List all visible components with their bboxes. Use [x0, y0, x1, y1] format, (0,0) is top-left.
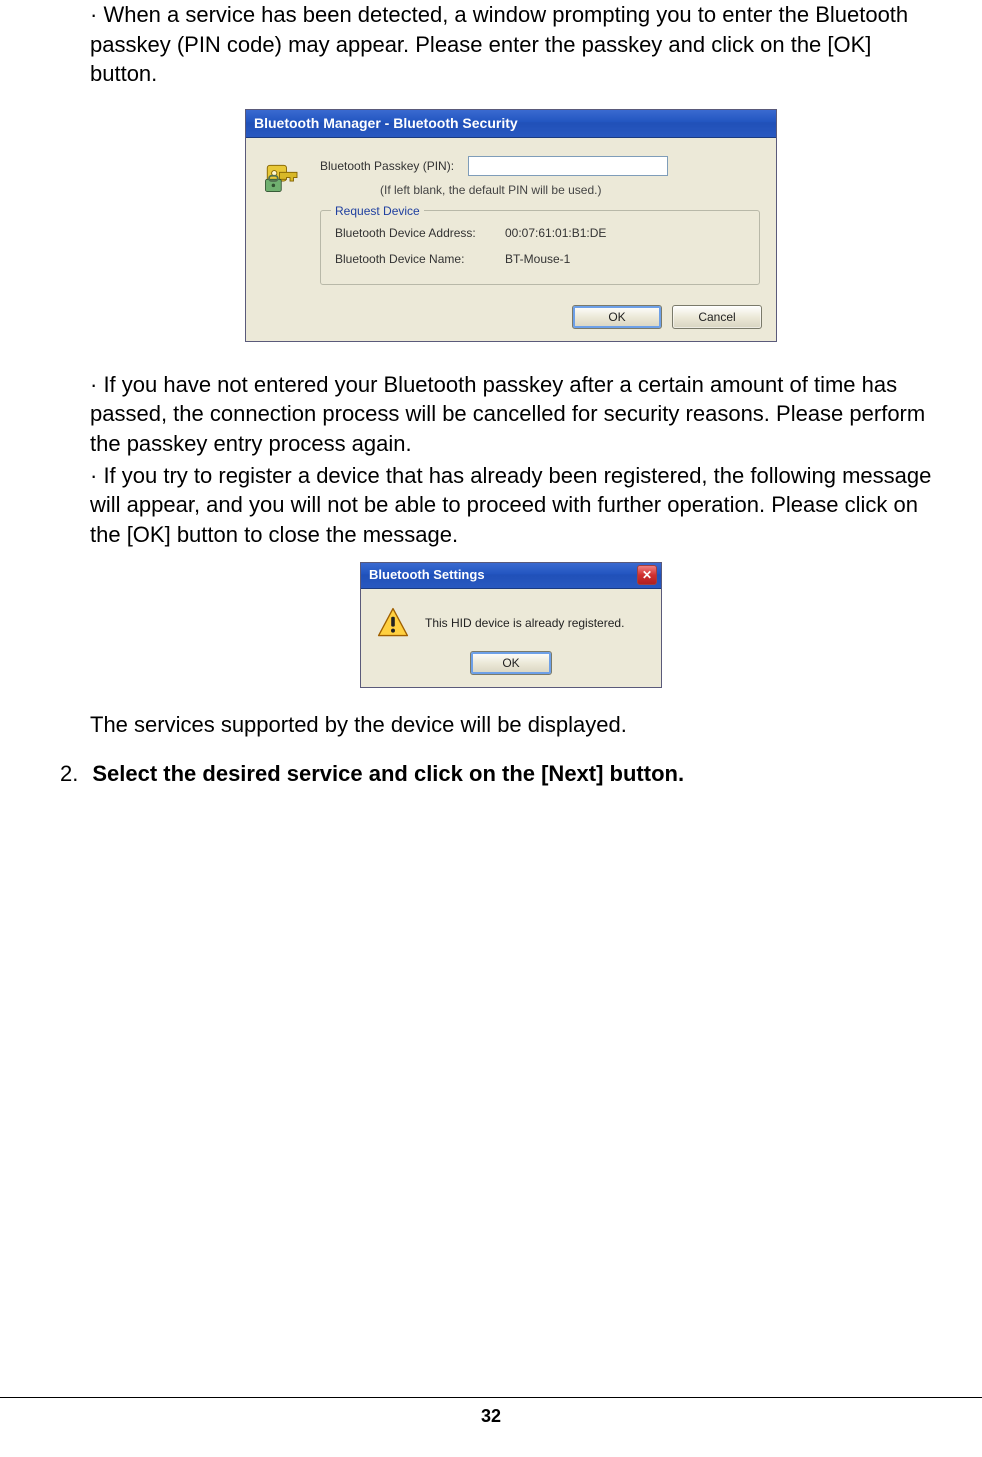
passkey-input[interactable]: [468, 156, 668, 176]
dialog2-title-text: Bluetooth Settings: [369, 566, 485, 584]
warning-icon: [375, 605, 411, 641]
bluetooth-security-dialog: Bluetooth Manager - Bluetooth Security B…: [245, 109, 777, 342]
dialog-title-bar: Bluetooth Manager - Bluetooth Security: [246, 110, 776, 138]
paragraph-passkey-prompt: · When a service has been detected, a wi…: [90, 0, 932, 89]
ok-button[interactable]: OK: [572, 305, 662, 329]
device-address-label: Bluetooth Device Address:: [335, 225, 505, 241]
request-device-group: Request Device Bluetooth Device Address:…: [320, 210, 760, 284]
cancel-button[interactable]: Cancel: [672, 305, 762, 329]
step-instruction: Select the desired service and click on …: [92, 759, 684, 789]
paragraph-services-displayed: The services supported by the device wil…: [90, 710, 932, 740]
close-icon[interactable]: ✕: [637, 565, 657, 585]
paragraph-already-registered-note: · If you try to register a device that h…: [90, 461, 932, 550]
step-number: 2.: [60, 759, 78, 789]
dialog-title-text: Bluetooth Manager - Bluetooth Security: [254, 114, 518, 133]
paragraph-timeout-note: · If you have not entered your Bluetooth…: [90, 370, 932, 459]
device-name-label: Bluetooth Device Name:: [335, 251, 505, 267]
page-number: 32: [481, 1406, 501, 1426]
dialog2-title-bar: Bluetooth Settings ✕: [361, 563, 661, 589]
bluetooth-settings-dialog: Bluetooth Settings ✕ This HID device is …: [360, 562, 662, 688]
key-icon: [262, 160, 304, 202]
ok-button[interactable]: OK: [470, 651, 552, 675]
passkey-label: Bluetooth Passkey (PIN):: [320, 158, 454, 174]
fieldset-legend: Request Device: [331, 203, 424, 219]
passkey-hint: (If left blank, the default PIN will be …: [320, 182, 760, 198]
device-address-value: 00:07:61:01:B1:DE: [505, 225, 606, 241]
dialog2-message: This HID device is already registered.: [425, 615, 624, 631]
page-footer: 32: [0, 1397, 982, 1427]
device-name-value: BT-Mouse-1: [505, 251, 570, 267]
